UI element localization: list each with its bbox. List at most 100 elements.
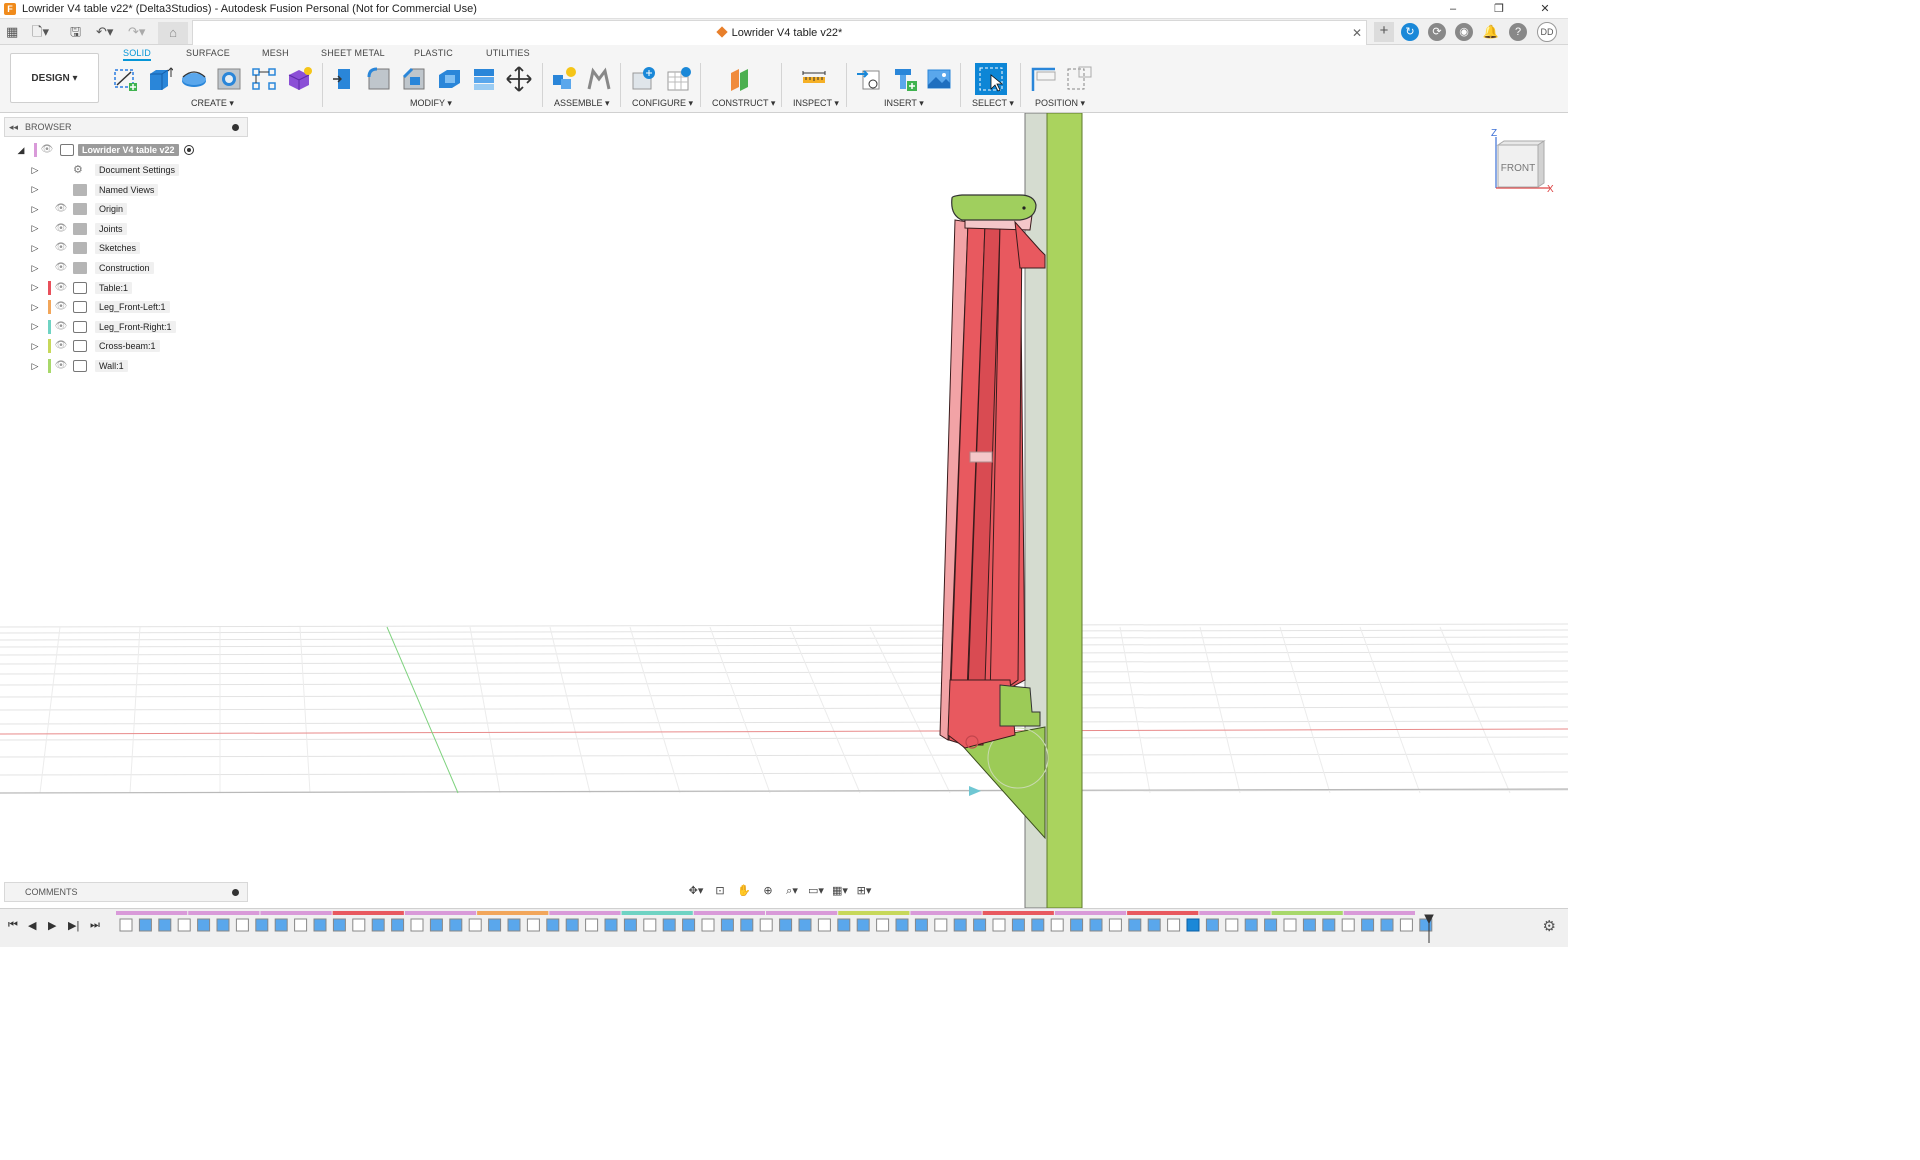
expand-arrow-icon[interactable]: ▷ (30, 165, 40, 176)
timeline-feature-icon[interactable] (1283, 918, 1297, 932)
group-modify[interactable]: MODIFY ▾ (410, 98, 452, 109)
workspace-switcher-button[interactable]: DESIGN ▾ (10, 53, 99, 103)
timeline-feature-icon[interactable] (953, 918, 967, 932)
browser-item[interactable]: ▷ 👁 Table:1 (30, 280, 133, 296)
group-select[interactable]: SELECT ▾ (972, 98, 1014, 109)
job-status-icon[interactable]: ⟳ (1428, 23, 1446, 41)
expand-arrow-icon[interactable]: ▷ (30, 263, 40, 274)
orbit-icon[interactable]: ✥▾ (686, 882, 706, 900)
tab-surface[interactable]: SURFACE (186, 48, 230, 58)
zoom-icon[interactable]: ⊕ (758, 882, 778, 900)
change-parameters-icon[interactable] (630, 65, 658, 93)
expand-arrow-icon[interactable]: ◢ (16, 145, 26, 156)
visibility-eye-icon[interactable]: 👁 (54, 263, 68, 273)
shell-icon[interactable] (435, 65, 463, 93)
fillet-icon[interactable] (365, 65, 393, 93)
select-icon[interactable] (975, 63, 1007, 95)
timeline-back-icon[interactable]: ◀ (28, 919, 36, 932)
visibility-eye-icon[interactable]: 👁 (54, 361, 68, 371)
visibility-eye-icon[interactable]: 👁 (54, 204, 68, 214)
timeline-feature-icon[interactable] (1011, 918, 1025, 932)
timeline-feature-icon[interactable] (682, 918, 696, 932)
tab-solid[interactable]: SOLID (123, 48, 152, 61)
timeline-feature-icon[interactable] (391, 918, 405, 932)
timeline-feature-icon[interactable] (992, 918, 1006, 932)
timeline-feature-icon[interactable] (332, 918, 346, 932)
online-status-icon[interactable]: ◉ (1455, 23, 1473, 41)
timeline-feature-icon[interactable] (565, 918, 579, 932)
timeline-play-icon[interactable]: ▶ (48, 919, 56, 932)
press-pull-icon[interactable] (330, 65, 358, 93)
timeline-feature-icon[interactable] (585, 918, 599, 932)
group-insert[interactable]: INSERT ▾ (884, 98, 924, 109)
move-copy-icon[interactable] (505, 65, 533, 93)
tab-plastic[interactable]: PLASTIC (414, 48, 453, 58)
revolve-icon[interactable] (180, 65, 208, 93)
grid-settings-icon[interactable]: ▦▾ (830, 882, 850, 900)
browser-item[interactable]: ▷ 👁 Origin (30, 201, 128, 217)
browser-item[interactable]: ▷ 👁 Cross-beam:1 (30, 338, 160, 354)
expand-arrow-icon[interactable]: ▷ (30, 282, 40, 293)
timeline-feature-icon[interactable] (1341, 918, 1355, 932)
browser-item[interactable]: ▷ 👁 Wall:1 (30, 358, 128, 374)
timeline-feature-icon[interactable] (449, 918, 463, 932)
browser-header[interactable]: ◂◂ BROWSER (4, 117, 248, 137)
timeline-feature-icon[interactable] (138, 918, 152, 932)
timeline-feature-icon[interactable] (235, 918, 249, 932)
pattern-icon[interactable] (250, 65, 278, 93)
expand-arrow-icon[interactable]: ▷ (30, 321, 40, 332)
expand-arrow-icon[interactable]: ▷ (30, 361, 40, 372)
timeline-feature-icon[interactable] (177, 918, 191, 932)
browser-item[interactable]: ▷ Named Views (30, 182, 159, 198)
timeline-feature-icon[interactable] (817, 918, 831, 932)
timeline-feature-icon[interactable] (313, 918, 327, 932)
timeline-feature-icon[interactable] (1031, 918, 1045, 932)
close-tab-icon[interactable]: ✕ (1352, 21, 1362, 46)
extensions-icon[interactable]: ↻ (1401, 23, 1419, 41)
timeline-feature-icon[interactable] (1186, 918, 1200, 932)
activate-radio-icon[interactable] (183, 145, 194, 155)
timeline-feature-icon[interactable] (1322, 918, 1336, 932)
timeline-feature-icon[interactable] (197, 918, 211, 932)
browser-item[interactable]: ▷ 👁 Construction (30, 260, 154, 276)
joint-icon[interactable] (585, 65, 613, 93)
data-panel-grid-icon[interactable]: ▦ (6, 23, 18, 41)
visibility-eye-icon[interactable]: 👁 (54, 321, 68, 332)
timeline-feature-icon[interactable] (759, 918, 773, 932)
timeline-feature-icon[interactable] (856, 918, 870, 932)
insert-derive-icon[interactable] (855, 65, 883, 93)
timeline-feature-icon[interactable] (255, 918, 269, 932)
revert-position-icon[interactable] (1065, 65, 1093, 93)
timeline-feature-icon[interactable] (623, 918, 637, 932)
timeline-feature-icon[interactable] (352, 918, 366, 932)
timeline-feature-icon[interactable] (119, 918, 133, 932)
timeline-feature-icon[interactable] (973, 918, 987, 932)
save-icon[interactable]: 🖫 (70, 23, 81, 41)
timeline-feature-icon[interactable] (1167, 918, 1181, 932)
timeline-end-icon[interactable]: ⏭ (90, 919, 100, 932)
file-menu-icon[interactable]: 🗋▾ (32, 23, 49, 41)
visibility-eye-icon[interactable]: 👁 (54, 282, 68, 293)
timeline-feature-icon[interactable] (507, 918, 521, 932)
timeline-track[interactable] (116, 911, 1436, 945)
timeline-feature-icon[interactable] (158, 918, 172, 932)
browser-item[interactable]: ▷ 👁 Joints (30, 221, 127, 237)
timeline-feature-icon[interactable] (1070, 918, 1084, 932)
viewports-icon[interactable]: ⊞▾ (854, 882, 874, 900)
new-component-icon[interactable] (550, 65, 578, 93)
timeline-feature-icon[interactable] (1244, 918, 1258, 932)
fit-icon[interactable]: ⌕▾ (782, 882, 802, 900)
expand-arrow-icon[interactable]: ▷ (30, 184, 40, 195)
comments-pin-icon[interactable] (232, 889, 239, 896)
tab-document[interactable]: Lowrider V4 table v22* ✕ (192, 20, 1367, 45)
timeline-feature-icon[interactable] (1264, 918, 1278, 932)
timeline-feature-icon[interactable] (1399, 918, 1413, 932)
timeline-feature-icon[interactable] (1380, 918, 1394, 932)
timeline-feature-icon[interactable] (798, 918, 812, 932)
timeline-feature-icon[interactable] (429, 918, 443, 932)
timeline-feature-icon[interactable] (1050, 918, 1064, 932)
offset-plane-icon[interactable] (726, 65, 754, 93)
notifications-bell-icon[interactable]: 🔔 (1482, 23, 1500, 41)
timeline-feature-icon[interactable] (604, 918, 618, 932)
timeline-feature-icon[interactable] (662, 918, 676, 932)
